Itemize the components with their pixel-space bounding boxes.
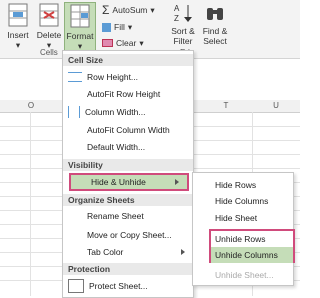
menu-protect-sheet[interactable]: Protect Sheet... [63, 278, 193, 294]
autofit-row-label: AutoFit Row Height [87, 89, 161, 99]
column-header-t[interactable]: T [200, 100, 252, 113]
autofit-column-label: AutoFit Column Width [87, 125, 170, 135]
insert-label: Insert [7, 30, 29, 40]
column-u-label: U [273, 101, 279, 110]
svg-text:A: A [174, 4, 180, 13]
find-select-label-1: Find & [202, 26, 228, 36]
delete-button[interactable]: Delete ▾ [35, 2, 63, 50]
sort-filter-label-1: Sort & [171, 26, 195, 36]
column-header-u[interactable]: U [252, 100, 300, 113]
fill-label: Fill [114, 22, 125, 32]
menu-row-height[interactable]: Row Height... [63, 69, 193, 85]
autosum-button[interactable]: Σ AutoSum ▾ [102, 3, 155, 17]
submenu-hide-rows[interactable]: Hide Rows [193, 177, 293, 193]
fill-button[interactable]: Fill ▾ [102, 20, 132, 34]
hide-unhide-submenu: Hide Rows Hide Columns Hide Sheet Unhide… [192, 172, 295, 286]
format-button[interactable]: Format ▾ [64, 2, 96, 52]
menu-autofit-row[interactable]: AutoFit Row Height [63, 86, 193, 102]
submenu-unhide-columns[interactable]: Unhide Columns [211, 247, 293, 263]
delete-label: Delete [36, 30, 62, 40]
delete-cells-icon [39, 3, 59, 27]
submenu-unhide-sheet: Unhide Sheet... [215, 270, 274, 280]
autosum-label: AutoSum [112, 5, 148, 15]
submenu-unhide-rows[interactable]: Unhide Rows [193, 231, 293, 247]
menu-spacer [68, 124, 82, 136]
find-select-label-2: Select [203, 36, 227, 46]
svg-text:Z: Z [174, 14, 179, 23]
submenu-arrow-icon [181, 249, 185, 255]
insert-cells-icon [8, 3, 28, 27]
menu-spacer [68, 229, 82, 241]
hide-unhide-label: Hide & Unhide [91, 177, 146, 187]
autosum-dropdown-icon: ▾ [150, 4, 155, 15]
clear-label: Clear [116, 38, 137, 48]
default-width-label: Default Width... [87, 142, 146, 152]
protect-sheet-icon [68, 279, 84, 293]
insert-button[interactable]: Insert ▾ [4, 2, 32, 50]
format-label: Format [66, 31, 94, 41]
column-width-label: Column Width... [85, 107, 146, 117]
sort-filter-button[interactable]: A Z Sort & Filter [168, 2, 198, 50]
submenu-hide-columns[interactable]: Hide Columns [193, 193, 293, 209]
menu-spacer [68, 210, 82, 222]
fill-down-icon [102, 22, 111, 32]
section-cell-size: Cell Size [63, 54, 193, 66]
submenu-arrow-icon [175, 179, 179, 185]
section-organize-sheets: Organize Sheets [63, 194, 193, 206]
row-height-icon [68, 72, 82, 82]
insert-dropdown-icon: ▾ [15, 40, 21, 50]
menu-spacer [68, 246, 82, 258]
sort-az-icon: A Z [174, 4, 192, 23]
menu-autofit-column[interactable]: AutoFit Column Width [63, 122, 193, 138]
grid-col-line [30, 112, 31, 296]
column-width-icon [68, 106, 80, 118]
column-header-o[interactable]: O [0, 100, 62, 113]
menu-rename-sheet[interactable]: Rename Sheet [63, 208, 193, 224]
fill-dropdown-icon: ▾ [127, 21, 133, 32]
menu-hide-unhide[interactable]: Hide & Unhide [69, 173, 189, 191]
clear-button[interactable]: Clear ▾ [102, 36, 144, 50]
clear-dropdown-icon: ▾ [139, 37, 144, 48]
column-t-label: T [223, 101, 229, 110]
section-visibility: Visibility [63, 159, 193, 171]
menu-move-copy[interactable]: Move or Copy Sheet... [63, 227, 193, 243]
menu-spacer [68, 88, 82, 100]
section-protection: Protection [63, 263, 193, 275]
tab-color-label: Tab Color [87, 247, 124, 257]
menu-tab-color[interactable]: Tab Color [63, 244, 193, 260]
find-select-button[interactable]: Find & Select [200, 2, 230, 50]
menu-column-width[interactable]: Column Width... [63, 104, 193, 120]
format-menu: Cell Size Row Height... AutoFit Row Heig… [62, 50, 194, 298]
sigma-icon: Σ [102, 3, 110, 17]
protect-sheet-label: Protect Sheet... [89, 281, 148, 291]
menu-default-width[interactable]: Default Width... [63, 139, 193, 155]
column-o-label: O [27, 101, 35, 110]
sort-filter-label-2: Filter [173, 36, 193, 46]
eraser-icon [102, 39, 113, 47]
format-cells-icon [70, 4, 90, 28]
menu-spacer [68, 141, 82, 153]
row-height-label: Row Height... [87, 72, 139, 82]
binoculars-icon [207, 8, 223, 20]
submenu-hide-sheet[interactable]: Hide Sheet [193, 210, 293, 226]
move-copy-label: Move or Copy Sheet... [87, 230, 172, 240]
group-label-cells: Cells [40, 48, 58, 57]
rename-sheet-label: Rename Sheet [87, 211, 144, 221]
